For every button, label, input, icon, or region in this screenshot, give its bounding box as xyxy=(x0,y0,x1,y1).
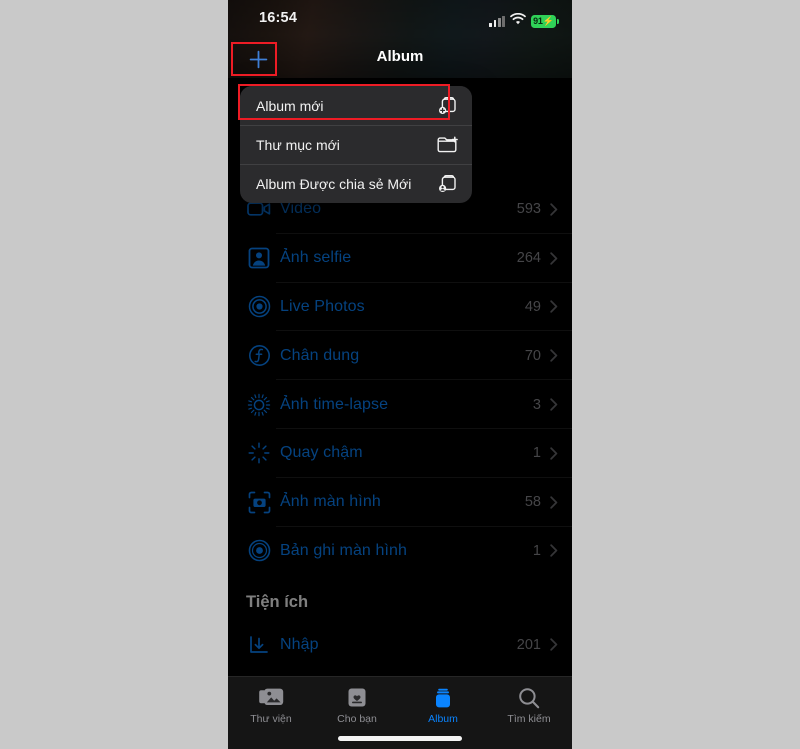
status-indicators: 91 ⚡ xyxy=(489,12,559,30)
wifi-icon xyxy=(510,12,526,30)
menu-item-new-album[interactable]: Album mới xyxy=(240,86,472,125)
status-bar: 16:54 91 ⚡ xyxy=(228,0,572,40)
menu-item-label: Album Được chia sẻ Mới xyxy=(256,175,412,192)
phone-screenshot: 16:54 91 ⚡ Album Album mới Thư mục mới A… xyxy=(228,0,572,749)
new-shared-album-icon xyxy=(436,174,458,194)
for-you-icon xyxy=(346,686,368,710)
albums-icon xyxy=(431,686,455,710)
home-indicator[interactable] xyxy=(338,736,462,741)
tab-label: Thư viện xyxy=(250,713,292,725)
menu-item-label: Thư mục mới xyxy=(256,136,340,153)
battery-indicator: 91 ⚡ xyxy=(531,14,559,28)
navigation-bar: Album xyxy=(228,40,572,78)
tab-search[interactable]: Tìm kiếm xyxy=(486,677,572,749)
screenshot-canvas: 16:54 91 ⚡ Album Album mới Thư mục mới A… xyxy=(0,0,800,749)
new-album-icon xyxy=(436,96,458,116)
menu-item-new-shared-album[interactable]: Album Được chia sẻ Mới xyxy=(240,164,472,203)
battery-charging-icon: ⚡ xyxy=(542,15,554,26)
battery-percent: 91 xyxy=(533,15,543,26)
tab-library[interactable]: Thư viện xyxy=(228,677,314,749)
cellular-signal-icon xyxy=(489,15,505,27)
tab-label: Cho bạn xyxy=(337,713,377,725)
status-clock: 16:54 xyxy=(259,10,298,26)
menu-item-new-folder[interactable]: Thư mục mới xyxy=(240,125,472,164)
page-title: Album xyxy=(376,48,424,65)
add-album-context-menu: Album mới Thư mục mới Album Được chia sẻ… xyxy=(240,86,472,203)
photos-library-icon xyxy=(258,686,285,710)
menu-item-label: Album mới xyxy=(256,97,324,114)
new-folder-icon xyxy=(436,135,458,155)
tab-label: Tìm kiếm xyxy=(507,713,551,725)
search-icon xyxy=(518,686,540,710)
tab-label: Album xyxy=(428,713,458,725)
